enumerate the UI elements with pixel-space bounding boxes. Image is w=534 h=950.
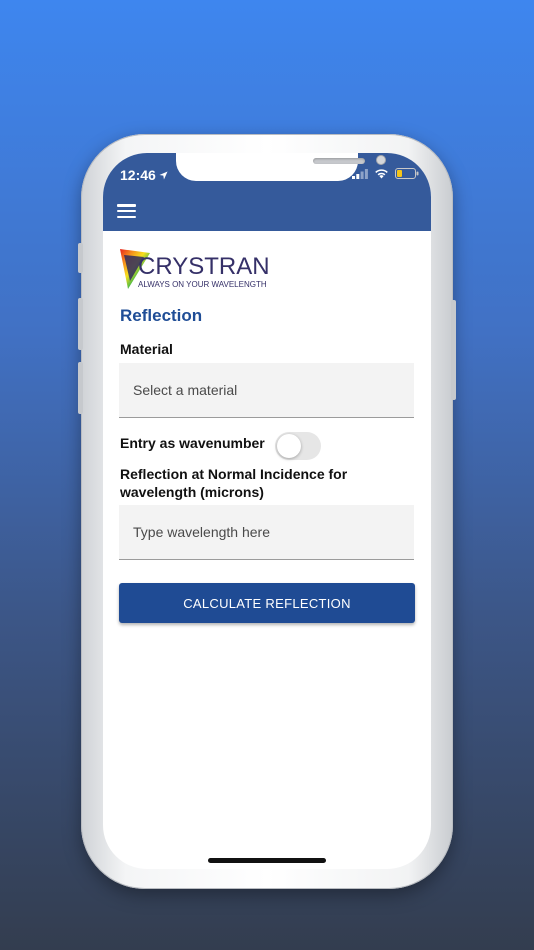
mute-switch (78, 243, 83, 273)
logo-tagline: ALWAYS ON YOUR WAVELENGTH (138, 280, 267, 289)
logo-wordmark: CRYSTRAN (138, 253, 270, 280)
home-indicator[interactable] (208, 858, 326, 863)
wavenumber-label: Entry as wavenumber (120, 435, 265, 451)
wavelength-label: Reflection at Normal Incidence for wavel… (120, 465, 347, 501)
wavelength-label-line1: Reflection at Normal Incidence for (120, 466, 348, 482)
status-time: 12:46 (120, 167, 168, 183)
power-button (451, 300, 456, 400)
phone-notch (176, 153, 386, 181)
material-select-placeholder: Select a material (133, 382, 238, 398)
app-screen: 12:46 CRYSTRAN ALWAYS ON YOUR WAVELENGTH… (103, 153, 431, 869)
wavelength-input[interactable] (119, 505, 414, 560)
volume-down-button (78, 362, 83, 414)
wifi-icon (375, 169, 388, 179)
material-select[interactable]: Select a material (119, 363, 414, 418)
wavelength-label-line2: wavelength (microns) (120, 484, 264, 500)
front-camera (376, 155, 386, 165)
crystran-logo: CRYSTRAN ALWAYS ON YOUR WAVELENGTH (120, 249, 272, 291)
speaker-grille (313, 158, 365, 164)
wavenumber-toggle[interactable] (275, 432, 321, 460)
volume-up-button (78, 298, 83, 350)
hamburger-menu-icon[interactable] (117, 204, 136, 219)
material-label: Material (120, 341, 173, 357)
page-title: Reflection (120, 306, 203, 325)
toggle-knob (277, 434, 301, 458)
status-icons (352, 168, 419, 179)
calculate-reflection-button[interactable]: CALCULATE REFLECTION (119, 583, 415, 623)
battery-low-icon (395, 168, 419, 179)
location-arrow-icon (159, 170, 168, 180)
status-time-text: 12:46 (120, 167, 156, 183)
